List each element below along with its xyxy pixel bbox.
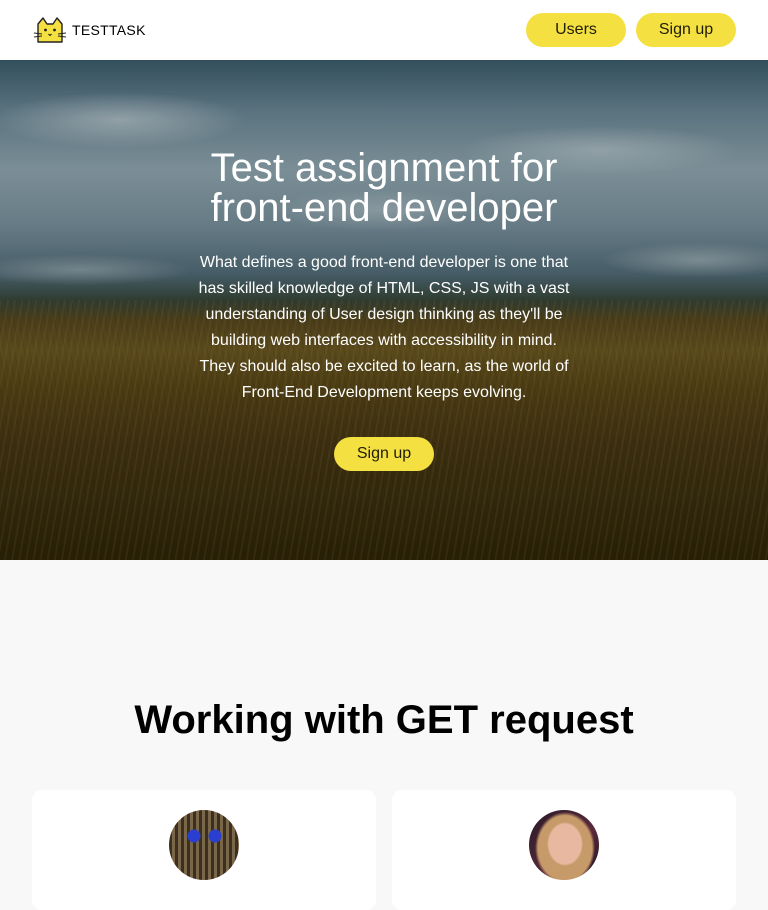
user-avatar [529,810,599,880]
logo[interactable]: TESTTASK [32,16,146,44]
cat-logo-icon [32,16,68,44]
user-avatar [169,810,239,880]
hero-title: Test assignment for front-end developer [210,146,558,230]
user-card [392,790,736,910]
hero-description: What defines a good front-end developer … [198,254,570,401]
hero-banner: Test assignment for front-end developer … [0,60,768,560]
section-title: Working with GET request [134,698,634,742]
logo-text: TESTTASK [72,22,146,38]
user-card [32,790,376,910]
hero-signup-button[interactable]: Sign up [334,437,434,471]
users-button[interactable]: Users [526,13,626,47]
signup-button[interactable]: Sign up [636,13,736,47]
header: TESTTASK Users Sign up [0,0,768,60]
